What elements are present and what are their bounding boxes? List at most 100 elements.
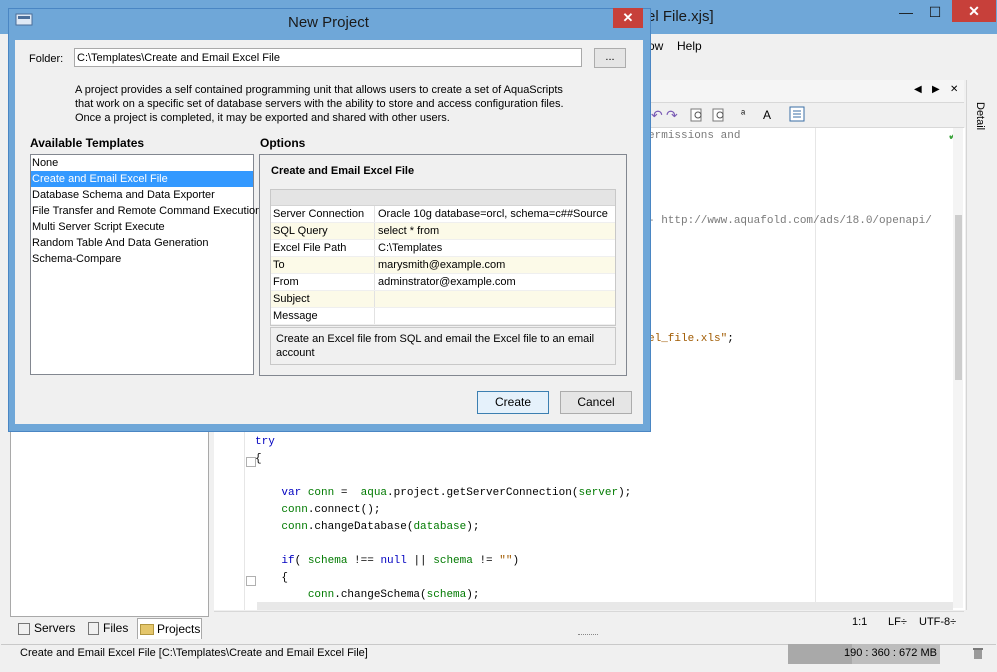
tab-projects[interactable]: Projects: [137, 618, 202, 639]
dialog-close-button[interactable]: ✕: [613, 8, 643, 28]
code-line: conn.connect();: [255, 504, 380, 516]
template-item[interactable]: None: [31, 155, 253, 171]
code-line: {: [255, 572, 288, 584]
cursor-position: 1:1: [852, 616, 868, 628]
property-value[interactable]: Oracle 10g database=orcl, schema=c##Sour…: [375, 206, 608, 222]
property-value[interactable]: C:\Templates: [375, 240, 442, 256]
tab-servers-label: Servers: [34, 621, 76, 635]
template-item[interactable]: File Transfer and Remote Command Executi…: [31, 203, 261, 219]
undo-icon[interactable]: ↶: [651, 107, 663, 124]
template-item[interactable]: Database Schema and Data Exporter: [31, 187, 253, 203]
projects-folder-icon: [140, 624, 154, 636]
options-property-table[interactable]: Server Connection Oracle 10g database=orc…: [270, 189, 616, 326]
property-value[interactable]: [375, 291, 378, 307]
files-icon: [88, 622, 99, 636]
template-item[interactable]: Schema-Compare: [31, 251, 253, 267]
create-button[interactable]: Create: [477, 391, 549, 414]
property-value[interactable]: [375, 308, 378, 324]
code-token: .changeSchema(: [334, 589, 427, 601]
code-token: .connect();: [307, 504, 381, 516]
property-value[interactable]: adminstrator@example.com: [375, 274, 516, 290]
property-table-header: [271, 190, 615, 206]
property-row[interactable]: To marysmith@example.com: [271, 257, 615, 274]
property-row[interactable]: Excel File Path C:\Templates: [271, 240, 615, 257]
right-side-strip: [966, 80, 997, 610]
tab-files-label: Files: [103, 621, 129, 635]
template-item[interactable]: Random Table And Data Generation: [31, 235, 253, 251]
property-row[interactable]: SQL Query select * from: [271, 223, 615, 240]
code-line: ermissions and: [648, 130, 740, 142]
options-heading: Options: [260, 136, 306, 150]
property-row[interactable]: Server Connection Oracle 10g database=orc…: [271, 206, 615, 223]
code-token: null: [380, 555, 407, 567]
property-row[interactable]: Subject: [271, 291, 615, 308]
uppercase-icon[interactable]: A: [763, 108, 771, 122]
maximize-icon[interactable]: ☐: [922, 0, 948, 24]
cancel-button[interactable]: Cancel: [560, 391, 632, 414]
menu-help[interactable]: Help: [677, 39, 702, 53]
code-token: ): [512, 555, 520, 567]
property-value[interactable]: select * from: [375, 223, 439, 239]
redo-icon[interactable]: ↷: [666, 107, 678, 124]
code-token: (: [294, 555, 308, 567]
current-line-highlight: [257, 602, 953, 610]
template-list[interactable]: None Create and Email Excel File Databas…: [30, 154, 261, 375]
find-replace-icon[interactable]: [712, 108, 726, 122]
code-token: if: [255, 555, 295, 567]
description-line: Once a project is completed, it may be e…: [75, 112, 450, 124]
code-token: {: [255, 572, 289, 584]
lowercase-icon[interactable]: ᵃ: [741, 108, 745, 120]
code-token: schema: [433, 555, 473, 567]
template-item[interactable]: Multi Server Script Execute: [31, 219, 253, 235]
tab-projects-label: Projects: [157, 622, 201, 636]
find-icon[interactable]: [690, 108, 704, 122]
browse-button[interactable]: ...: [594, 48, 626, 68]
folder-input[interactable]: C:\Templates\Create and Email Excel File: [74, 48, 582, 67]
code-token: schema: [426, 589, 467, 601]
property-value[interactable]: marysmith@example.com: [375, 257, 505, 273]
editor-scroll-thumb[interactable]: [955, 215, 962, 380]
fold-icon[interactable]: [246, 576, 256, 586]
code-line: - http://www.aquafold.com/ads/18.0/opena…: [648, 215, 932, 227]
memory-usage-fill: [788, 644, 852, 664]
code-line: conn.changeDatabase(database);: [255, 521, 479, 533]
available-templates-heading: Available Templates: [30, 136, 145, 150]
garbage-collect-icon[interactable]: [972, 647, 984, 659]
code-line: var conn = aqua.project.getServerConnect…: [255, 487, 631, 499]
tab-files[interactable]: Files: [88, 618, 134, 638]
code-token: el_file.xls": [648, 333, 728, 345]
template-item[interactable]: Create and Email Excel File: [31, 171, 253, 187]
property-row[interactable]: Message: [271, 308, 615, 325]
tab-scroll-left-icon[interactable]: ◀: [914, 84, 922, 95]
tab-servers[interactable]: Servers: [18, 618, 80, 638]
panel-splitter[interactable]: [578, 634, 598, 638]
detail-panel-tab[interactable]: Detail: [966, 102, 986, 142]
code-line: conn.changeSchema(schema);: [255, 589, 480, 601]
property-row[interactable]: From adminstrator@example.com: [271, 274, 615, 291]
code-token: .changeDatabase(: [307, 521, 414, 533]
tab-scroll-right-icon[interactable]: ▶: [932, 84, 940, 95]
code-token: );: [466, 521, 480, 533]
code-token: schema: [307, 555, 348, 567]
fold-icon[interactable]: [246, 457, 256, 467]
code-token: !=: [472, 555, 500, 567]
options-title: Create and Email Excel File: [271, 165, 415, 177]
code-token: );: [466, 589, 480, 601]
main-close-button[interactable]: ✕: [952, 0, 996, 22]
line-ending-select[interactable]: LF÷: [888, 616, 907, 628]
format-icon[interactable]: [789, 106, 805, 122]
editor-margin-line: [815, 128, 816, 610]
code-token: - http://www.aquafold.com/ads/18.0/opena…: [648, 215, 932, 227]
property-key: Server Connection: [271, 206, 375, 222]
tab-close-icon[interactable]: ✕: [950, 84, 958, 95]
property-key: Message: [271, 308, 375, 324]
encoding-select[interactable]: UTF-8÷: [919, 616, 956, 628]
code-line: el_file.xls";: [648, 333, 734, 345]
property-key: Excel File Path: [271, 240, 375, 256]
minimize-icon[interactable]: —: [893, 0, 919, 24]
code-token: ||: [406, 555, 434, 567]
code-token: conn: [307, 487, 335, 499]
code-token: ;: [727, 333, 734, 345]
